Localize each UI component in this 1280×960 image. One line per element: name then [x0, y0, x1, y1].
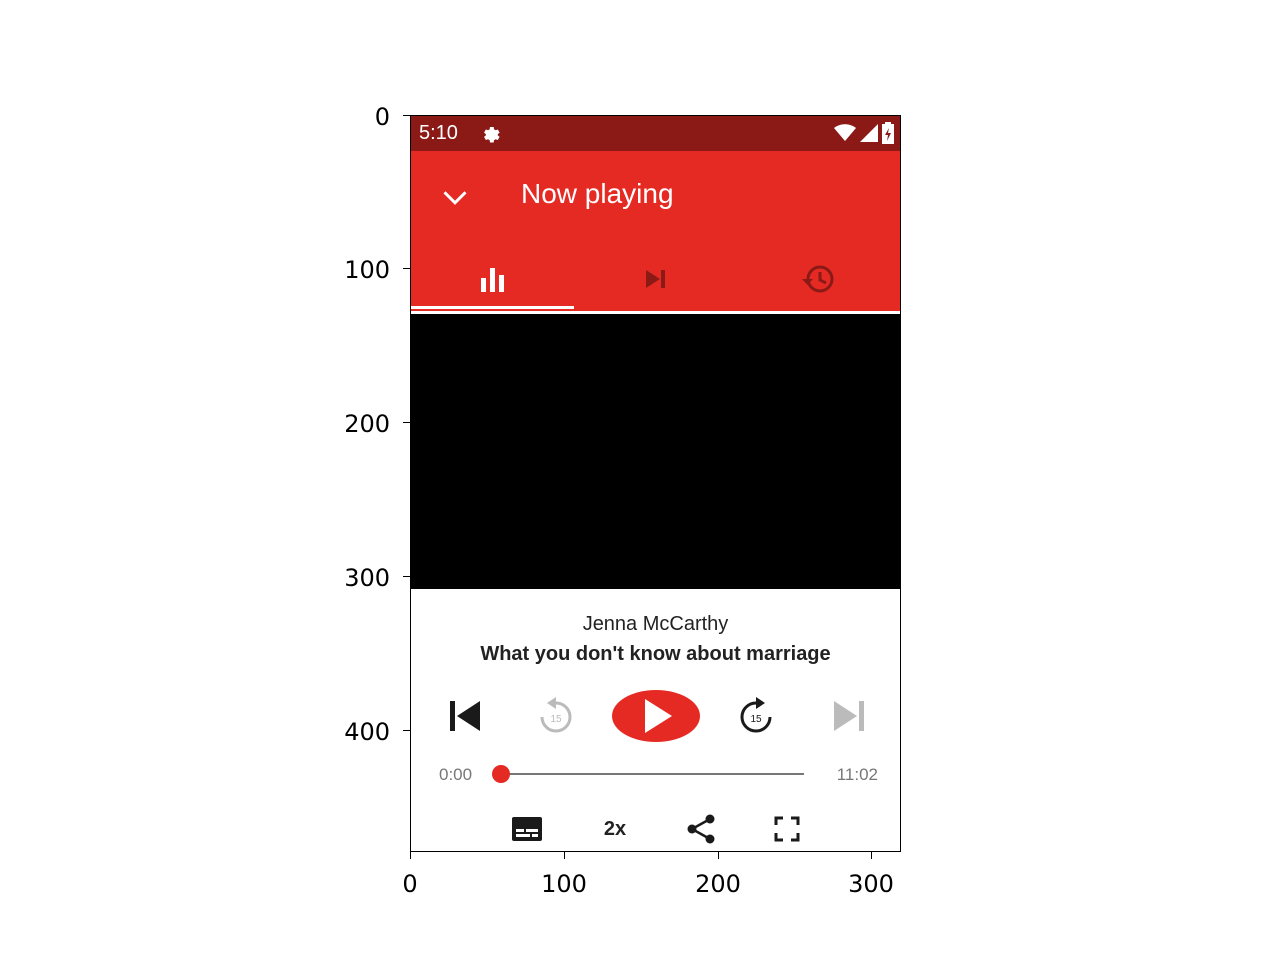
seek-bar[interactable] — [501, 773, 804, 775]
y-tick — [403, 268, 410, 269]
history-icon — [801, 265, 833, 293]
subtitles-icon — [512, 817, 542, 841]
y-tick-label: 200 — [344, 410, 390, 438]
replay-15-button[interactable]: 15 — [529, 689, 583, 743]
skip-previous-icon — [450, 701, 480, 731]
battery-icon — [882, 122, 894, 144]
page-title: Now playing — [521, 178, 674, 209]
speed-button[interactable]: 2x — [593, 811, 637, 847]
x-tick-label: 200 — [695, 870, 741, 898]
play-button[interactable] — [611, 689, 701, 743]
x-tick-label: 100 — [541, 870, 587, 898]
time-total: 11:02 — [836, 765, 878, 784]
gear-icon — [484, 127, 500, 143]
phone-screen: 5:10 Now playing Jenna McCarthy What you… — [410, 115, 901, 852]
replay-seconds: 15 — [550, 714, 562, 725]
video-area[interactable] — [411, 314, 900, 589]
y-tick — [403, 730, 410, 731]
x-tick-label: 0 — [402, 870, 418, 898]
episode-title: What you don't know about marriage — [480, 643, 831, 665]
captions-button[interactable] — [507, 811, 547, 847]
time-elapsed: 0:00 — [439, 765, 473, 784]
y-tick-label: 0 — [374, 103, 390, 131]
y-tick — [403, 576, 410, 577]
x-tick — [871, 852, 872, 859]
wifi-icon — [834, 124, 856, 141]
previous-button[interactable] — [439, 689, 489, 743]
y-tick-label: 300 — [344, 564, 390, 592]
y-tick — [403, 422, 410, 423]
x-tick — [564, 852, 565, 859]
skip-next-icon — [645, 270, 665, 288]
tab-now-playing[interactable] — [411, 249, 574, 309]
player-panel: Jenna McCarthy What you don't know about… — [411, 589, 900, 851]
seek-handle[interactable] — [492, 765, 510, 783]
signal-icon — [860, 124, 878, 142]
tab-bar — [411, 249, 900, 311]
equalizer-icon — [480, 268, 504, 292]
next-button[interactable] — [825, 689, 875, 743]
tab-up-next[interactable] — [574, 249, 737, 309]
status-bar: 5:10 — [411, 116, 900, 151]
forward-15-button[interactable]: 15 — [729, 689, 783, 743]
share-button[interactable] — [681, 811, 721, 847]
y-tick-label: 100 — [344, 256, 390, 284]
share-icon — [687, 814, 715, 844]
y-tick-label: 400 — [344, 718, 390, 746]
app-bar: Now playing — [411, 151, 900, 311]
fullscreen-button[interactable] — [767, 811, 807, 847]
status-time: 5:10 — [419, 122, 458, 144]
tab-indicator — [411, 306, 574, 309]
fullscreen-icon — [774, 816, 800, 842]
skip-next-icon — [834, 701, 864, 731]
y-tick — [403, 115, 410, 116]
forward-15-icon: 15 — [740, 697, 772, 733]
chevron-down-icon[interactable] — [441, 183, 469, 211]
podcast-author: Jenna McCarthy — [582, 613, 729, 635]
replay-15-icon: 15 — [540, 697, 572, 733]
tab-history[interactable] — [737, 249, 900, 309]
x-tick — [410, 852, 411, 859]
x-tick-label: 300 — [848, 870, 894, 898]
speed-label: 2x — [603, 817, 627, 840]
forward-seconds: 15 — [750, 714, 762, 725]
x-tick — [718, 852, 719, 859]
play-icon — [612, 690, 700, 742]
